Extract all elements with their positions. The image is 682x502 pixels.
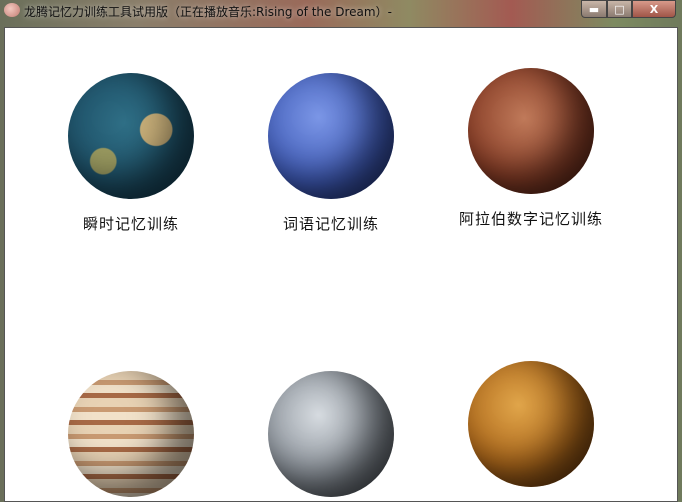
maximize-button[interactable]: □ [607, 0, 632, 18]
module-label[interactable]: 瞬时记忆训练 [31, 213, 231, 234]
module-number-memory[interactable]: 阿拉伯数字记忆训练 [431, 68, 631, 229]
window-title: 龙腾记忆力训练工具试用版（正在播放音乐:Rising of the Dream）… [24, 5, 392, 19]
close-button[interactable]: X [632, 0, 676, 18]
module-4[interactable] [31, 371, 231, 497]
module-word-memory[interactable]: 词语记忆训练 [231, 73, 431, 234]
title-bar[interactable]: 龙腾记忆力训练工具试用版（正在播放音乐:Rising of the Dream）… [0, 0, 682, 24]
main-panel: 瞬时记忆训练 词语记忆训练 阿拉伯数字记忆训练 [4, 27, 678, 502]
module-instant-memory[interactable]: 瞬时记忆训练 [31, 73, 231, 234]
module-label[interactable]: 词语记忆训练 [231, 213, 431, 234]
mars-planet-icon[interactable] [468, 68, 594, 194]
neptune-planet-icon[interactable] [268, 73, 394, 199]
minimize-button[interactable]: ▬ [581, 0, 607, 18]
module-6[interactable] [431, 361, 631, 487]
brain-app-icon [4, 3, 20, 17]
pluto-planet-icon[interactable] [268, 371, 394, 497]
module-5[interactable] [231, 371, 431, 497]
earth-planet-icon[interactable] [68, 73, 194, 199]
jupiter-planet-icon[interactable] [68, 371, 194, 497]
module-label[interactable]: 阿拉伯数字记忆训练 [431, 208, 631, 229]
venus-planet-icon[interactable] [468, 361, 594, 487]
